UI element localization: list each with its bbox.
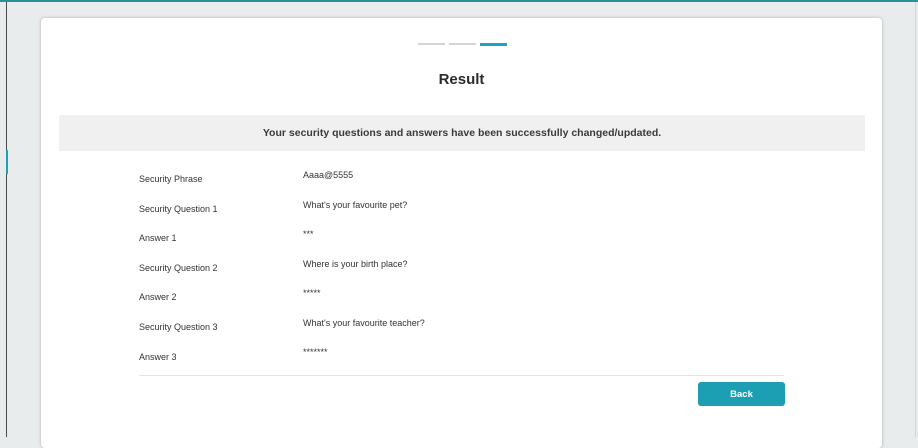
- top-border-line: [0, 0, 918, 2]
- step-3-bar-active: [480, 43, 507, 46]
- left-accent-marker: [6, 150, 8, 174]
- right-frame-border: [915, 2, 916, 437]
- answer-2-value: *****: [303, 288, 321, 298]
- security-question-3-value: What's your favourite teacher?: [303, 318, 425, 328]
- security-question-2-label: Security Question 2: [139, 263, 218, 273]
- security-question-2-value: Where is your birth place?: [303, 259, 408, 269]
- section-divider: [139, 375, 784, 376]
- page-title: Result: [438, 71, 485, 88]
- left-frame-border: [6, 2, 7, 437]
- security-question-1-label: Security Question 1: [139, 204, 218, 214]
- answer-1-value: ***: [303, 229, 314, 239]
- security-question-1-value: What's your favourite pet?: [303, 200, 408, 210]
- success-banner: Your security questions and answers have…: [59, 115, 865, 151]
- answer-1-label: Answer 1: [139, 233, 177, 243]
- step-1-bar: [418, 43, 445, 45]
- security-phrase-value: Aaaa@5555: [303, 170, 354, 180]
- answer-2-label: Answer 2: [139, 292, 177, 302]
- step-2-bar: [449, 43, 476, 45]
- security-phrase-label: Security Phrase: [139, 174, 203, 184]
- result-card: Result Your security questions and answe…: [41, 18, 882, 448]
- answer-3-label: Answer 3: [139, 352, 177, 362]
- security-question-3-label: Security Question 3: [139, 322, 218, 332]
- back-button[interactable]: Back: [698, 382, 785, 406]
- answer-3-value: *******: [303, 347, 328, 357]
